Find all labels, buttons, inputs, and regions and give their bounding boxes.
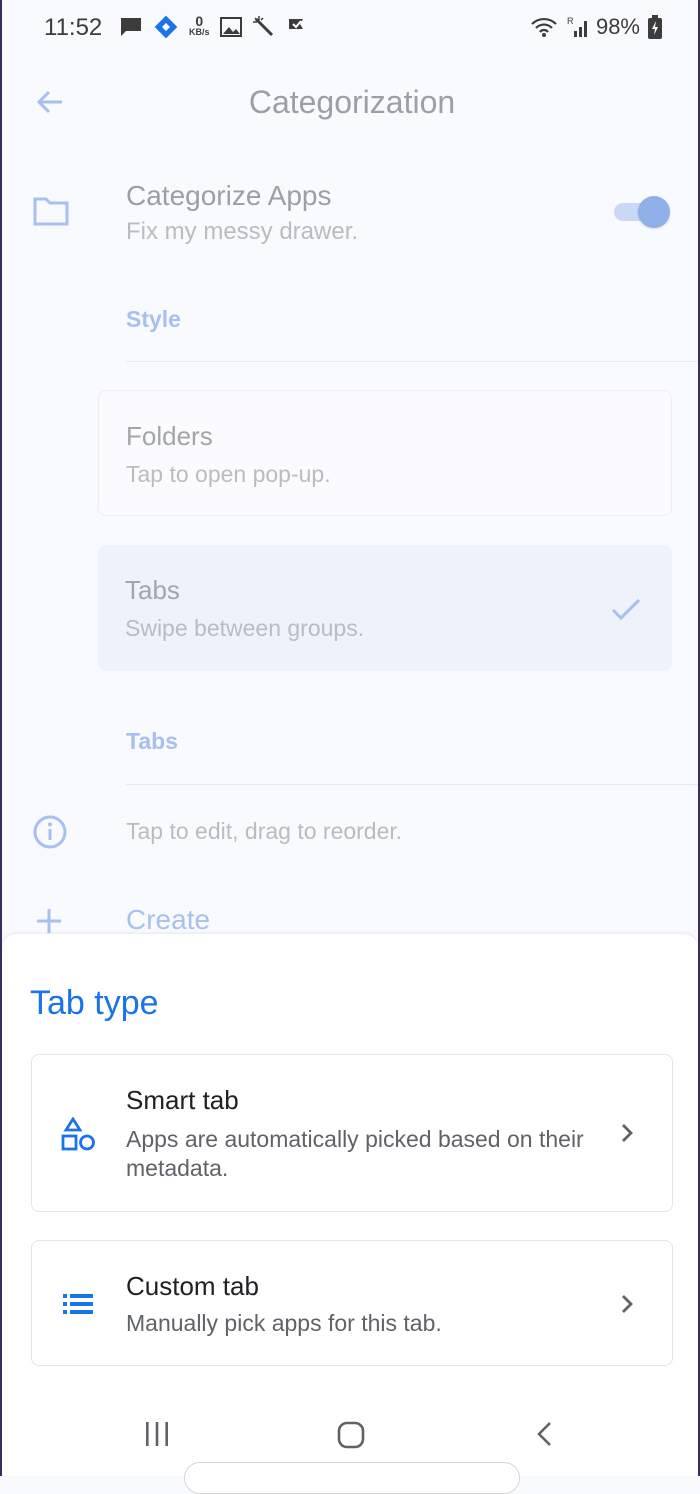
checkmark-icon: [611, 598, 641, 621]
net-speed-unit: KB/s: [189, 27, 210, 37]
home-icon[interactable]: [336, 1420, 366, 1450]
categorize-apps-title: Categorize Apps: [126, 180, 332, 211]
style-option-subtitle: Tap to open pop-up.: [126, 461, 331, 487]
option-subtitle: Apps are automatically picked based on t…: [126, 1126, 584, 1181]
divider: [126, 361, 698, 362]
status-time: 11:52: [44, 14, 103, 41]
tabs-section-header: Tabs: [126, 728, 178, 754]
option-title: Smart tab: [126, 1085, 239, 1115]
sheet-title: Tab type: [30, 984, 159, 1022]
battery-percent: 98%: [595, 14, 640, 39]
chevron-right-icon: [622, 1124, 633, 1142]
battery-charging-icon: [648, 15, 662, 39]
toggle-thumb: [638, 196, 670, 228]
style-option-title: Folders: [126, 421, 213, 451]
app-diamond-icon: [154, 15, 178, 39]
status-bar: 11:52 0 KB/s R 98%: [2, 0, 700, 56]
status-system-icons: R 98%: [530, 14, 662, 40]
shapes-icon: [61, 1117, 95, 1151]
option-subtitle: Manually pick apps for this tab.: [126, 1310, 442, 1336]
smart-tab-option[interactable]: Smart tab Apps are automatically picked …: [31, 1054, 673, 1212]
wifi-icon: [531, 17, 557, 37]
tabs-info-text: Tap to edit, drag to reorder.: [126, 818, 403, 844]
gesture-pill[interactable]: [184, 1462, 520, 1494]
info-icon: [33, 815, 67, 849]
style-option-title: Tabs: [125, 575, 180, 605]
style-option-folders[interactable]: Folders Tap to open pop-up.: [98, 390, 672, 516]
list-icon: [63, 1294, 93, 1314]
style-section-header: Style: [126, 306, 181, 332]
custom-tab-option[interactable]: Custom tab Manually pick apps for this t…: [31, 1240, 673, 1366]
style-option-subtitle: Swipe between groups.: [125, 615, 365, 641]
status-notification-icons: 0 KB/s: [119, 14, 308, 40]
nav-back-icon[interactable]: [534, 1420, 556, 1448]
signal-icon: R: [567, 16, 587, 37]
image-icon: [219, 17, 242, 37]
net-speed: 0 KB/s: [189, 13, 210, 38]
create-tab-button[interactable]: Create: [126, 904, 210, 936]
message-icon: [121, 18, 141, 36]
plus-icon[interactable]: [34, 906, 64, 936]
divider: [126, 784, 698, 785]
check-flag-icon: [288, 18, 303, 36]
magic-wand-icon: [252, 16, 273, 37]
categorize-apps-subtitle: Fix my messy drawer.: [126, 218, 359, 245]
style-option-tabs[interactable]: Tabs Swipe between groups.: [98, 545, 672, 671]
net-speed-value: 0: [195, 13, 204, 29]
svg-text:R: R: [567, 16, 574, 26]
categorize-apps-toggle[interactable]: [610, 196, 670, 228]
page-title: Categorization: [248, 84, 456, 120]
recents-icon[interactable]: [142, 1420, 172, 1448]
folder-icon: [33, 197, 69, 226]
chevron-right-icon: [622, 1295, 633, 1313]
option-title: Custom tab: [126, 1271, 259, 1301]
